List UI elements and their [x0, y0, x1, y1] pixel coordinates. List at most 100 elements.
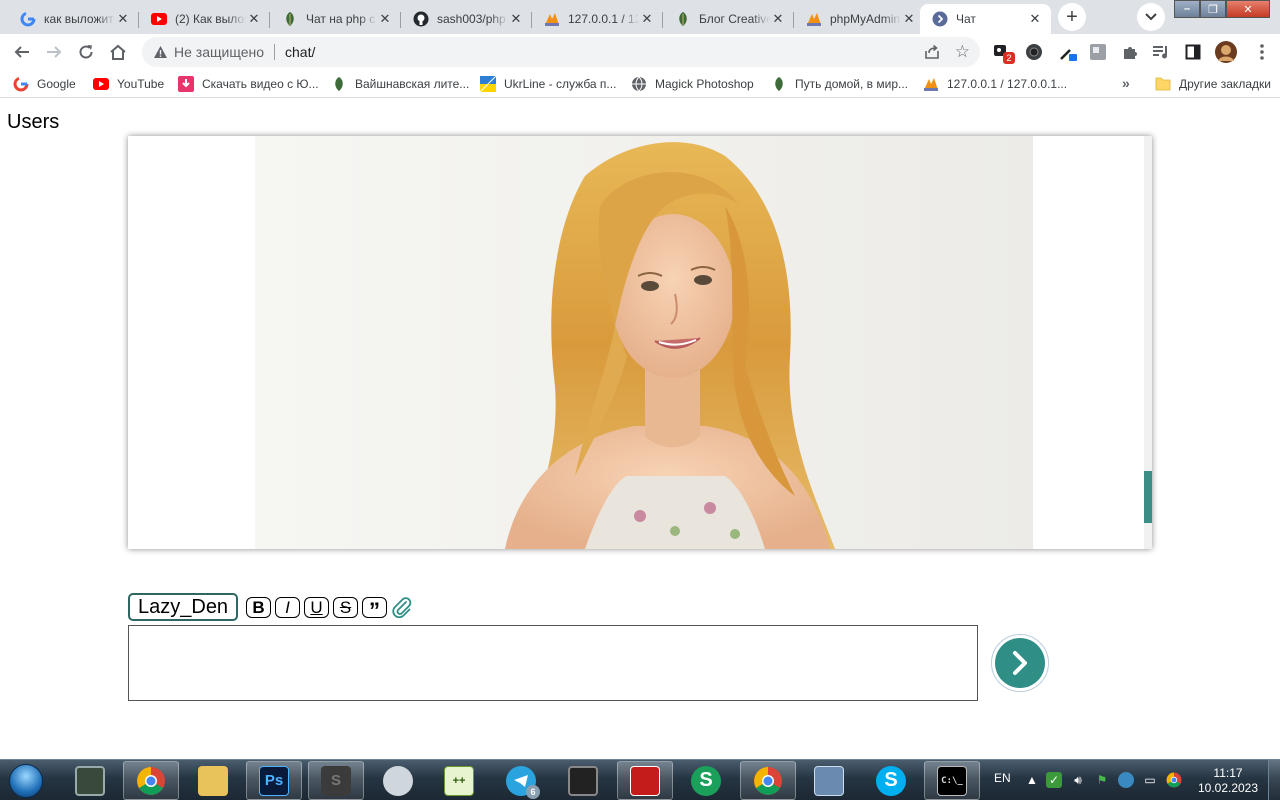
youtube-icon [151, 11, 167, 27]
tab-chat-active[interactable]: Чат ✕ [920, 4, 1051, 34]
media-control-icon[interactable] [1151, 42, 1171, 62]
start-button[interactable] [4, 761, 48, 800]
tab-google-search[interactable]: как выложить ✕ [8, 4, 139, 34]
tab-phpmyadmin[interactable]: phpMyAdmin ✕ [794, 4, 925, 34]
system-clock[interactable]: 11:17 10.02.2023 [1196, 766, 1260, 796]
chat-scrollbar-thumb[interactable] [1144, 471, 1152, 523]
taskbar-chrome[interactable] [123, 761, 179, 800]
windows-taskbar: Ps S ++ 6 S S C:\_ EN ▲ ✓ 🔊︎ ⚑ ▭ 11:17 1… [0, 759, 1280, 800]
back-button[interactable] [8, 38, 36, 66]
tray-expand-icon[interactable]: ▲ [1024, 772, 1040, 788]
new-tab-button[interactable]: + [1058, 3, 1086, 31]
leaf-icon [331, 76, 347, 92]
other-bookmarks[interactable]: Другие закладки [1155, 76, 1271, 92]
taskbar-video-app[interactable] [555, 761, 611, 800]
bookmarks-overflow-button[interactable]: » [1122, 75, 1130, 91]
bookmark-magick-photoshop[interactable]: Magick Photoshop [631, 76, 754, 92]
bookmark-path-home[interactable]: Путь домой, в мир... [771, 76, 908, 92]
bookmark-localhost[interactable]: 127.0.0.1 / 127.0.0.1... [923, 76, 1067, 92]
close-icon[interactable]: ✕ [377, 11, 393, 27]
underline-button[interactable]: U [304, 597, 329, 618]
extension-badge-icon[interactable]: 2 [993, 42, 1015, 64]
tab-search-button[interactable] [1137, 3, 1165, 31]
strikethrough-button[interactable]: S [333, 597, 358, 618]
close-icon[interactable]: ✕ [770, 11, 786, 27]
bookmark-google[interactable]: Google [13, 76, 76, 92]
taskbar-sublime[interactable]: S [308, 761, 364, 800]
share-icon[interactable] [924, 44, 940, 63]
message-input[interactable] [128, 625, 978, 701]
reload-button[interactable] [72, 38, 100, 66]
bookmark-youtube[interactable]: YouTube [93, 76, 164, 92]
taskbar-s-app[interactable]: S [678, 761, 734, 800]
taskbar-photoshop[interactable]: Ps [246, 761, 302, 800]
close-icon[interactable]: ✕ [1027, 11, 1043, 27]
chrome-icon [136, 766, 166, 796]
taskbar-monitor-app[interactable] [62, 761, 118, 800]
bookmark-star-icon[interactable]: ☆ [955, 42, 970, 62]
close-icon[interactable]: ✕ [115, 11, 131, 27]
maximize-button[interactable]: ❐ [1200, 0, 1226, 18]
address-bar[interactable]: Не защищено chat/ ☆ [142, 37, 980, 67]
flag-icon[interactable]: ⚑ [1094, 772, 1110, 788]
close-icon[interactable]: ✕ [508, 11, 524, 27]
chat-messages-area[interactable] [128, 136, 1152, 549]
warning-icon[interactable] [152, 44, 168, 60]
volume-icon[interactable]: 🔊︎ [1070, 772, 1086, 788]
bookmark-label: Magick Photoshop [655, 77, 754, 91]
close-icon[interactable]: ✕ [901, 11, 917, 27]
puzzle-icon[interactable] [1120, 42, 1140, 62]
bookmark-ukrline[interactable]: UkrLine - служба п... [480, 76, 616, 92]
show-desktop-button[interactable] [1268, 760, 1280, 800]
tab-creative-blog[interactable]: Блог Creative ✕ [663, 4, 794, 34]
taskbar-camera-app[interactable] [370, 761, 426, 800]
chat-image-message[interactable] [255, 136, 1033, 549]
language-indicator[interactable]: EN [994, 771, 1011, 785]
side-panel-icon[interactable] [1183, 42, 1203, 62]
minimize-button[interactable]: – [1174, 0, 1200, 18]
other-bookmarks-label: Другие закладки [1179, 77, 1271, 91]
camera-extension-icon[interactable] [1024, 42, 1044, 62]
menu-dots-icon[interactable] [1252, 42, 1272, 62]
forward-button[interactable] [40, 38, 68, 66]
tab-phpmyadmin-local[interactable]: 127.0.0.1 / 127 ✕ [532, 4, 663, 34]
close-window-button[interactable]: ✕ [1226, 0, 1270, 18]
taskbar-red-app[interactable] [617, 761, 673, 800]
close-icon[interactable]: ✕ [639, 11, 655, 27]
bookmark-download-video[interactable]: Скачать видео с Ю... [178, 76, 319, 92]
taskbar-network-app[interactable] [801, 761, 857, 800]
eyedropper-extension-icon[interactable] [1058, 42, 1078, 62]
taskbar-skype[interactable]: S [863, 761, 919, 800]
sync-tray-icon[interactable] [1118, 772, 1134, 788]
bookmark-vaishnava[interactable]: Вайшнавская лите... [331, 76, 469, 92]
taskbar-notepad-plus[interactable]: ++ [431, 761, 487, 800]
users-title: Users [7, 111, 60, 133]
profile-avatar[interactable] [1214, 40, 1238, 64]
tab-title: Чат [956, 12, 976, 26]
security-tray-icon[interactable]: ✓ [1046, 772, 1062, 788]
taskbar-cmd[interactable]: C:\_ [924, 761, 980, 800]
paperclip-icon[interactable] [391, 596, 413, 619]
tab-php-chat[interactable]: Чат на php с ✕ [270, 4, 401, 34]
ukrline-icon [480, 76, 496, 92]
send-button[interactable] [991, 634, 1049, 692]
tab-github[interactable]: sash003/php ✕ [401, 4, 532, 34]
url-text[interactable]: chat/ [285, 44, 315, 60]
image-extension-icon[interactable] [1088, 42, 1108, 62]
bookmark-label: Google [37, 77, 76, 91]
taskbar-explorer[interactable] [185, 761, 241, 800]
home-button[interactable] [104, 38, 132, 66]
network-tray-icon[interactable]: ▭ [1142, 772, 1158, 788]
photoshop-icon: Ps [259, 765, 289, 796]
bookmark-label: Вайшнавская лите... [355, 77, 470, 91]
notepad-icon: ++ [444, 765, 474, 796]
taskbar-chrome-2[interactable] [740, 761, 796, 800]
quote-button[interactable]: ” [362, 597, 387, 621]
bold-button[interactable]: B [246, 597, 271, 618]
taskbar-telegram[interactable]: 6 [493, 761, 549, 800]
italic-button[interactable]: I [275, 597, 300, 618]
chrome-tray-icon[interactable] [1166, 772, 1182, 788]
close-icon[interactable]: ✕ [246, 11, 262, 27]
tab-youtube[interactable]: (2) Как выложить ✕ [139, 4, 270, 34]
security-label[interactable]: Не защищено [174, 44, 264, 60]
